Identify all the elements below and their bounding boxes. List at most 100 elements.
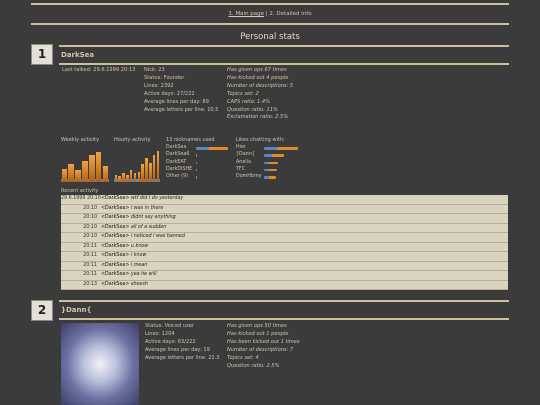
rank-badge: 1: [31, 44, 53, 65]
stat-line: Average letters per line: 10.5: [144, 106, 219, 113]
recent-nick: <DarkSea>: [101, 196, 131, 201]
recent-time: 20:11: [83, 253, 97, 258]
nav-rule: [31, 23, 509, 25]
stat-line: Has given ops 50 times: [227, 323, 287, 329]
top-rule: [31, 3, 509, 5]
activity-bar: [114, 174, 118, 182]
stat-line: Status: Voiced user: [145, 323, 195, 329]
activity-bar: [95, 152, 102, 182]
activity-bar: [68, 164, 74, 182]
user1-rule-bottom: [59, 63, 509, 65]
activity-bar: [156, 150, 160, 182]
list-item-label: DarkDISHE: [166, 166, 193, 172]
activity-bar: [82, 161, 88, 182]
stat-line: Question ratio: 11%: [227, 106, 278, 113]
weekly-chart: [61, 148, 109, 182]
recent-nick: <DarkSea>: [101, 262, 131, 268]
recent-text: didnt say anything: [130, 215, 176, 220]
activity-bar: [133, 173, 137, 182]
recent-message: <DarkSea> sheesh: [101, 281, 148, 290]
list-item-bar: [196, 168, 198, 172]
recent-row: 20:11 <DarkSea> i know: [61, 252, 508, 262]
stat-line: Has been kicked out 1 times: [227, 338, 300, 345]
recent-text: sheesh: [130, 281, 148, 287]
user2-stats-col2: Has given ops 50 times Has kicked out 1 p…: [227, 323, 300, 370]
recent-message: <DarkSea> all of a sudden: [101, 224, 166, 233]
user2-rule-bottom: [59, 318, 509, 320]
list-item-label: Hier: [236, 145, 246, 150]
recent-row: 20:10 <DarkSea> i noticed i was banned: [61, 233, 508, 243]
stat-line: Average lines per day: 19: [145, 346, 210, 353]
recent-label: Recent activity: [61, 188, 99, 194]
stat-line: CAPS ratio: 1.4%: [227, 98, 270, 105]
recent-time: 20:10: [83, 224, 97, 230]
recent-text: yea he will: [130, 272, 157, 277]
recent-row: 20:11 <DarkSea> yea he will: [61, 271, 508, 281]
nicks-label: 13 nicknames used: [166, 137, 215, 143]
recent-time: 20:10: [83, 215, 97, 220]
recent-message: <DarkSea> wtf did I do yesterday: [101, 195, 183, 204]
activity-bar: [149, 162, 152, 182]
user1-nick: DarkSea: [61, 51, 95, 59]
recent-message: <DarkSea> i noticed i was banned: [101, 233, 185, 242]
recent-text: i know: [130, 253, 147, 258]
recent-time: 20:11: [83, 243, 97, 249]
recent-activity-table: 29.6.1999 20:10 <DarkSea> wtf did I do ye…: [61, 195, 508, 290]
nav-link-detailed: 2. Detailed info: [269, 11, 312, 17]
user1-rule: [59, 45, 509, 47]
activity-bar: [102, 165, 109, 182]
list-item-bar: [264, 161, 278, 165]
chatting-list: Hier}Dann{Anelia TFC DomHbmy: [236, 145, 302, 183]
recent-message: <DarkSea> yea he will: [101, 271, 157, 280]
activity-bar: [122, 173, 125, 182]
stat-line: Question ratio: 2.5%: [227, 362, 280, 369]
recent-text: all of a sudden: [130, 224, 167, 230]
recent-message: <DarkSea> i was in there: [101, 205, 163, 214]
list-item-label: Other (9): [166, 174, 188, 180]
recent-time: 20:13: [83, 281, 97, 287]
recent-message: <DarkSea> i mean: [101, 262, 147, 271]
recent-time: 20:10: [83, 234, 97, 239]
nav-link-main[interactable]: 1. Main page: [228, 11, 264, 17]
page-title: Personal stats: [240, 32, 300, 42]
list-item-bar: [264, 168, 277, 172]
recent-text: wtf did I do yesterday: [130, 196, 184, 201]
stat-line: Average lines per day: 89: [144, 98, 209, 105]
list-item-bar: [196, 176, 198, 179]
list-item-label: Anelia: [236, 159, 251, 165]
user2-rule: [59, 300, 509, 302]
list-item-bar: [264, 154, 285, 157]
activity-bar: [141, 164, 144, 182]
activity-bar: [61, 168, 68, 182]
hourly-label: Hourly activity: [114, 137, 151, 143]
recent-text: i noticed i was banned: [130, 234, 185, 239]
recent-nick: <DarkSea>: [101, 253, 131, 258]
stat-line: Exclamation ratio: 2.5%: [227, 114, 289, 121]
recent-text: u know: [130, 243, 149, 249]
chatting-label: Likes chatting with:: [236, 137, 285, 143]
user2-photo: [61, 323, 139, 405]
list-item-bar: [196, 154, 198, 157]
recent-nick: <DarkSea>: [101, 281, 131, 287]
activity-bar: [137, 171, 141, 182]
list-item-bar: [196, 147, 229, 150]
recent-nick: <DarkSea>: [101, 272, 131, 277]
activity-bar: [145, 158, 148, 182]
list-item-bar: [264, 176, 276, 179]
recent-row: 20:13 <DarkSea> sheesh: [61, 281, 508, 290]
activity-bar: [152, 155, 156, 182]
activity-bar: [118, 176, 121, 182]
activity-bar: [129, 170, 133, 182]
list-item-label: TFC: [236, 166, 246, 172]
stat-line: Has given ops 67 times: [227, 67, 287, 73]
activity-bar: [126, 175, 129, 182]
recent-message: <DarkSea> i know: [101, 252, 146, 261]
user2-stats-col1: Status: Voiced user Lines: 1204 Active day…: [145, 323, 220, 363]
list-item-label: DarkSea6: [166, 152, 190, 158]
recent-row: 20:10 <DarkSea> i was in there: [61, 205, 508, 214]
stat-line: Active days: 27/222: [144, 90, 195, 97]
list-item-label: DarkEAT: [166, 159, 187, 165]
stat-line: Average letters per line: 21.3: [145, 354, 220, 361]
recent-text: i was in there: [130, 205, 164, 211]
stat-line: Number of descriptions: 7: [227, 346, 294, 353]
